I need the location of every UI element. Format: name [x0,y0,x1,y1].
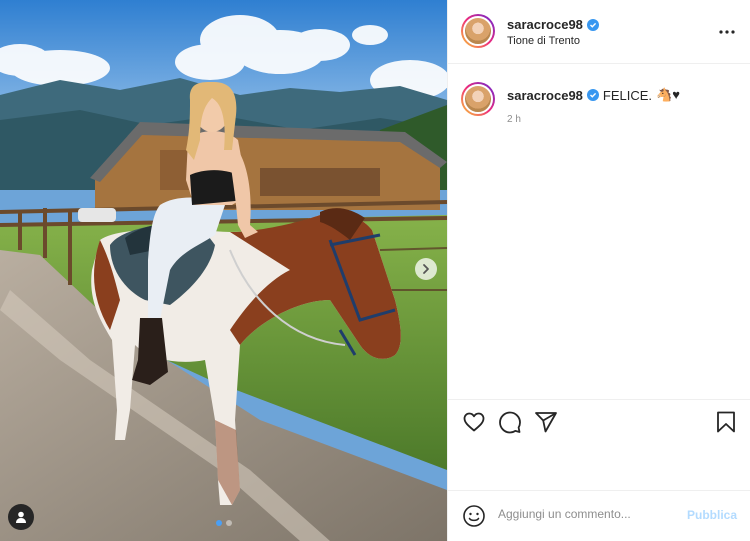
publish-button[interactable]: Pubblica [687,508,737,522]
more-horizontal-icon [719,30,735,34]
carousel-dot-2 [225,520,232,526]
verified-badge-icon [586,18,599,31]
like-button[interactable] [462,410,488,436]
carousel-indicator [0,520,447,526]
emoji-button[interactable] [462,504,486,528]
post-header: saracroce98 Tione di Trento [448,0,750,64]
more-options-button[interactable] [717,22,737,42]
avatar[interactable] [461,14,495,48]
comment-input[interactable] [498,507,678,521]
carousel-next-button[interactable] [415,258,437,280]
bookmark-icon [717,411,735,433]
heart-icon [463,412,485,432]
photo-scene [0,0,447,541]
carousel-dot-1 [215,520,222,526]
share-icon [535,412,557,433]
comment-composer: Pubblica [448,490,750,541]
post-timestamp[interactable]: 2 h [507,114,521,125]
action-bar [448,399,750,445]
caption-text: FELICE. [602,87,653,103]
user-tag-button[interactable] [8,504,34,530]
comment-button[interactable] [498,410,524,436]
comment-icon [499,411,521,434]
post-side-panel: saracroce98 Tione di Trento saracroce98 … [447,0,750,541]
emoji-icon [463,505,485,527]
verified-badge-icon [586,89,599,101]
caption-username[interactable]: saracroce98 [507,88,583,103]
header-username-text[interactable]: saracroce98 [507,17,583,32]
caption-avatar[interactable] [461,82,495,116]
header-username[interactable]: saracroce98 [507,17,599,32]
chevron-right-icon [423,264,429,274]
post-photo[interactable] [0,0,447,541]
save-button[interactable] [714,410,740,436]
share-button[interactable] [534,410,560,436]
caption-emoji: 🐴♥ [656,87,680,102]
post-location[interactable]: Tione di Trento [507,35,580,47]
caption: saracroce98 FELICE. 🐴♥ [507,87,680,103]
